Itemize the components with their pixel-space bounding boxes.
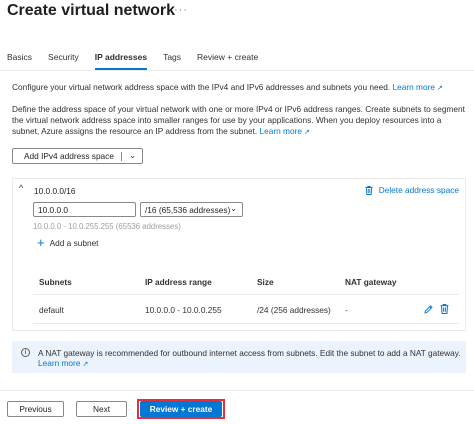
info-icon: i (21, 348, 30, 357)
column-header-nat-gateway: NAT gateway (345, 277, 397, 287)
delete-address-space-label: Delete address space (378, 185, 459, 195)
column-header-subnets: Subnets (39, 277, 72, 287)
tab-ip-addresses[interactable]: IP addresses (94, 52, 148, 70)
next-button[interactable]: Next (76, 401, 127, 417)
chevron-down-icon: ⌄ (230, 204, 237, 213)
address-space-title: 10.0.0.0/16 (34, 186, 76, 196)
add-subnet-button[interactable]: + Add a subnet (37, 235, 99, 250)
info-learn-more-link[interactable]: Learn more (38, 358, 80, 368)
chevron-up-icon[interactable]: ^ (19, 183, 23, 193)
column-header-ip-range: IP address range (145, 277, 212, 287)
tabs-divider (0, 70, 474, 71)
add-ipv4-address-space-label: Add IPv4 address space (24, 151, 114, 161)
review-create-button[interactable]: Review + create (140, 401, 222, 417)
define-text: Define the address space of your virtual… (12, 104, 465, 136)
add-subnet-label: Add a subnet (49, 238, 99, 248)
tab-basics[interactable]: Basics (7, 52, 32, 70)
info-text: A NAT gateway is recommended for outboun… (38, 348, 461, 358)
external-link-icon: ↗ (303, 129, 310, 136)
address-range-hint: 10.0.0.0 - 10.0.255.255 (65536 addresses… (33, 222, 181, 231)
nat-gateway-info-banner: i A NAT gateway is recommended for outbo… (12, 341, 466, 373)
prefix-select[interactable]: /16 (65,536 addresses) ⌄ (140, 202, 243, 217)
delete-address-space-button[interactable]: Delete address space (365, 185, 459, 195)
define-learn-more-link[interactable]: Learn more (260, 126, 302, 136)
column-header-size: Size (257, 277, 274, 287)
chevron-down-icon: ⌄ (129, 151, 136, 160)
edit-icon[interactable] (424, 304, 433, 314)
plus-icon: + (37, 235, 45, 250)
subnet-name-link[interactable]: default (39, 305, 64, 315)
previous-button[interactable]: Previous (7, 401, 64, 417)
intro-text: Configure your virtual network address s… (12, 82, 443, 92)
trash-icon[interactable] (440, 304, 449, 314)
add-ipv4-address-space-button[interactable]: Add IPv4 address space ⌄ (12, 148, 143, 164)
button-separator (121, 152, 122, 161)
trash-icon (365, 185, 373, 195)
external-link-icon: ↗ (82, 361, 89, 368)
table-row: default 10.0.0.0 - 10.0.0.255 /24 (256 a… (33, 295, 459, 323)
prefix-select-value: /16 (65,536 addresses) (145, 204, 231, 215)
address-space-panel: ^ 10.0.0.0/16 Delete address space 10.0.… (12, 178, 466, 331)
tab-review-create[interactable]: Review + create (197, 52, 258, 70)
external-link-icon: ↗ (436, 85, 443, 92)
tab-security[interactable]: Security (48, 52, 79, 70)
subnet-size: /24 (256 addresses) (257, 305, 331, 315)
more-options-icon[interactable]: ··· (174, 4, 188, 16)
footer-divider (0, 390, 474, 391)
subnet-nat-gateway: - (345, 305, 348, 315)
address-input[interactable]: 10.0.0.0 (33, 202, 136, 217)
intro-learn-more-link[interactable]: Learn more (393, 82, 435, 92)
table-row-divider (33, 323, 459, 324)
tab-tags[interactable]: Tags (163, 52, 181, 70)
subnet-range: 10.0.0.0 - 10.0.0.255 (145, 305, 222, 315)
tab-bar: Basics Security IP addresses Tags Review… (7, 52, 274, 70)
page-title: Create virtual network (7, 2, 176, 19)
